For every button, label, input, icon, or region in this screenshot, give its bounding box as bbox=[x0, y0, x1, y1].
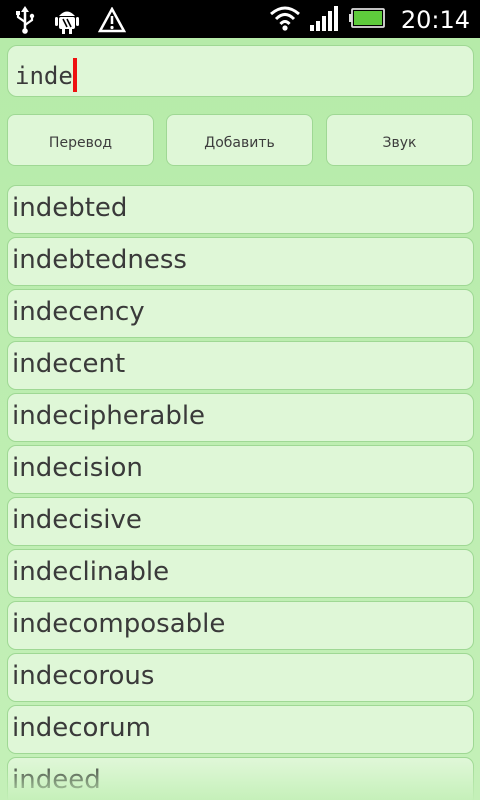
list-item[interactable]: indecorum bbox=[7, 705, 474, 754]
list-item-label: indecomposable bbox=[12, 609, 226, 639]
list-item-label: indebted bbox=[12, 193, 128, 223]
warning-icon bbox=[97, 6, 127, 37]
usb-icon bbox=[14, 6, 36, 38]
list-item-label: indecency bbox=[12, 297, 145, 327]
list-item[interactable]: indecorous bbox=[7, 653, 474, 702]
list-item-label: indecorum bbox=[12, 713, 151, 743]
list-item[interactable]: indecent bbox=[7, 341, 474, 390]
status-bar: 20:14 bbox=[0, 0, 480, 38]
text-caret bbox=[72, 58, 77, 92]
list-item[interactable]: indecomposable bbox=[7, 601, 474, 650]
list-item-label: indeed bbox=[12, 765, 101, 795]
list-item[interactable]: indebtedness bbox=[7, 237, 474, 286]
clock: 20:14 bbox=[400, 6, 470, 34]
list-item[interactable]: indeed bbox=[7, 757, 474, 800]
dictionary-app: inde Перевод Добавить Звук indebted inde… bbox=[0, 38, 480, 800]
list-item[interactable]: indecisive bbox=[7, 497, 474, 546]
list-item[interactable]: indeclinable bbox=[7, 549, 474, 598]
list-item-label: indecisive bbox=[12, 505, 142, 535]
wifi-icon bbox=[269, 4, 301, 36]
list-item-label: indecorous bbox=[12, 661, 155, 691]
list-item-label: indeclinable bbox=[12, 557, 170, 587]
translate-button[interactable]: Перевод bbox=[7, 114, 154, 166]
sound-button[interactable]: Звук bbox=[326, 114, 473, 166]
list-item[interactable]: indecipherable bbox=[7, 393, 474, 442]
add-button[interactable]: Добавить bbox=[166, 114, 313, 166]
list-item[interactable]: indecency bbox=[7, 289, 474, 338]
list-item-label: indebtedness bbox=[12, 245, 187, 275]
list-item-label: indecision bbox=[12, 453, 143, 483]
signal-icon bbox=[309, 4, 341, 36]
battery-icon bbox=[348, 6, 387, 34]
search-input-value: inde bbox=[15, 62, 73, 90]
list-item-label: indecent bbox=[12, 349, 126, 379]
list-item-label: indecipherable bbox=[12, 401, 206, 431]
search-input[interactable]: inde bbox=[7, 45, 474, 97]
list-item[interactable]: indebted bbox=[7, 185, 474, 234]
word-list[interactable]: indebted indebtedness indecency indecent… bbox=[7, 185, 474, 800]
list-item[interactable]: indecision bbox=[7, 445, 474, 494]
android-debug-icon bbox=[54, 6, 80, 38]
